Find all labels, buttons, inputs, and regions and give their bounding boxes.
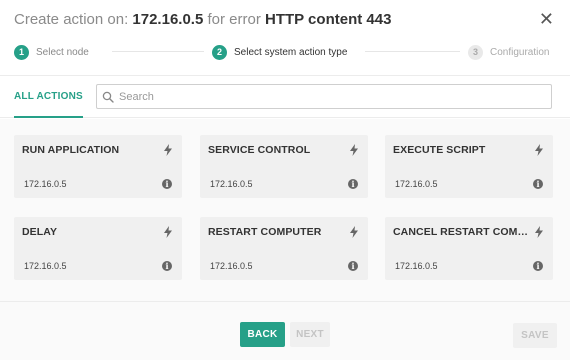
step-label: Select node (36, 46, 89, 58)
title-middle: for error (203, 11, 265, 28)
step-configuration: 3 Configuration (468, 44, 549, 60)
action-toolbar: ALL ACTIONS (0, 75, 570, 118)
step-number: 3 (468, 44, 483, 60)
action-host: 172.16.0.5 (210, 261, 253, 271)
info-icon[interactable]: i (348, 179, 358, 189)
action-host: 172.16.0.5 (395, 261, 438, 271)
info-icon[interactable]: i (162, 261, 172, 271)
bolt-icon (350, 226, 358, 238)
close-icon[interactable]: ✕ (539, 10, 554, 28)
title-prefix: Create action on: (14, 11, 133, 28)
search-input[interactable] (119, 90, 539, 103)
action-card-service-control[interactable]: SERVICE CONTROL 172.16.0.5 i (200, 135, 368, 198)
action-host: 172.16.0.5 (395, 179, 438, 189)
bolt-icon (164, 226, 172, 238)
next-button[interactable]: NEXT (290, 322, 330, 347)
dialog-title: Create action on: 172.16.0.5 for error H… (14, 11, 391, 28)
action-host: 172.16.0.5 (24, 179, 67, 189)
bolt-icon (350, 144, 358, 156)
step-connector (112, 51, 204, 52)
action-card-run-application[interactable]: RUN APPLICATION 172.16.0.5 i (14, 135, 182, 198)
step-number: 1 (14, 44, 29, 60)
action-host: 172.16.0.5 (24, 261, 67, 271)
step-select-node[interactable]: 1 Select node (14, 44, 89, 60)
action-host: 172.16.0.5 (210, 179, 253, 189)
title-host: 172.16.0.5 (132, 11, 204, 28)
step-label: Select system action type (234, 46, 348, 58)
search-icon (102, 91, 114, 103)
bolt-icon (164, 144, 172, 156)
info-icon[interactable]: i (162, 179, 172, 189)
step-select-action-type: 2 Select system action type (212, 44, 347, 60)
tab-all-actions[interactable]: ALL ACTIONS (14, 76, 83, 118)
wizard-stepper: 1 Select node 2 Select system action typ… (0, 44, 570, 60)
save-button[interactable]: SAVE (513, 323, 557, 348)
action-card-delay[interactable]: DELAY 172.16.0.5 i (14, 217, 182, 280)
bolt-icon (535, 226, 543, 238)
action-card-restart-computer[interactable]: RESTART COMPUTER 172.16.0.5 i (200, 217, 368, 280)
bolt-icon (535, 144, 543, 156)
action-name: RESTART COMPUTER (208, 226, 322, 238)
step-number: 2 (212, 44, 227, 60)
search-box[interactable] (96, 84, 552, 109)
info-icon[interactable]: i (533, 179, 543, 189)
action-card-cancel-restart-computer[interactable]: CANCEL RESTART COMPUTER 172.16.0.5 i (385, 217, 553, 280)
title-error-name: HTTP content 443 (265, 11, 392, 28)
dialog-footer: BACK NEXT SAVE (0, 301, 570, 360)
step-connector (365, 51, 460, 52)
action-name: RUN APPLICATION (22, 144, 120, 156)
action-name: EXECUTE SCRIPT (393, 144, 486, 156)
info-icon[interactable]: i (533, 261, 543, 271)
back-button[interactable]: BACK (240, 322, 285, 347)
step-label: Configuration (490, 46, 550, 58)
action-name: CANCEL RESTART COMPUTER (393, 226, 531, 238)
action-card-execute-script[interactable]: EXECUTE SCRIPT 172.16.0.5 i (385, 135, 553, 198)
action-grid: RUN APPLICATION 172.16.0.5 i SERVICE CON… (0, 119, 570, 301)
action-name: SERVICE CONTROL (208, 144, 311, 156)
action-name: DELAY (22, 226, 58, 238)
info-icon[interactable]: i (348, 261, 358, 271)
